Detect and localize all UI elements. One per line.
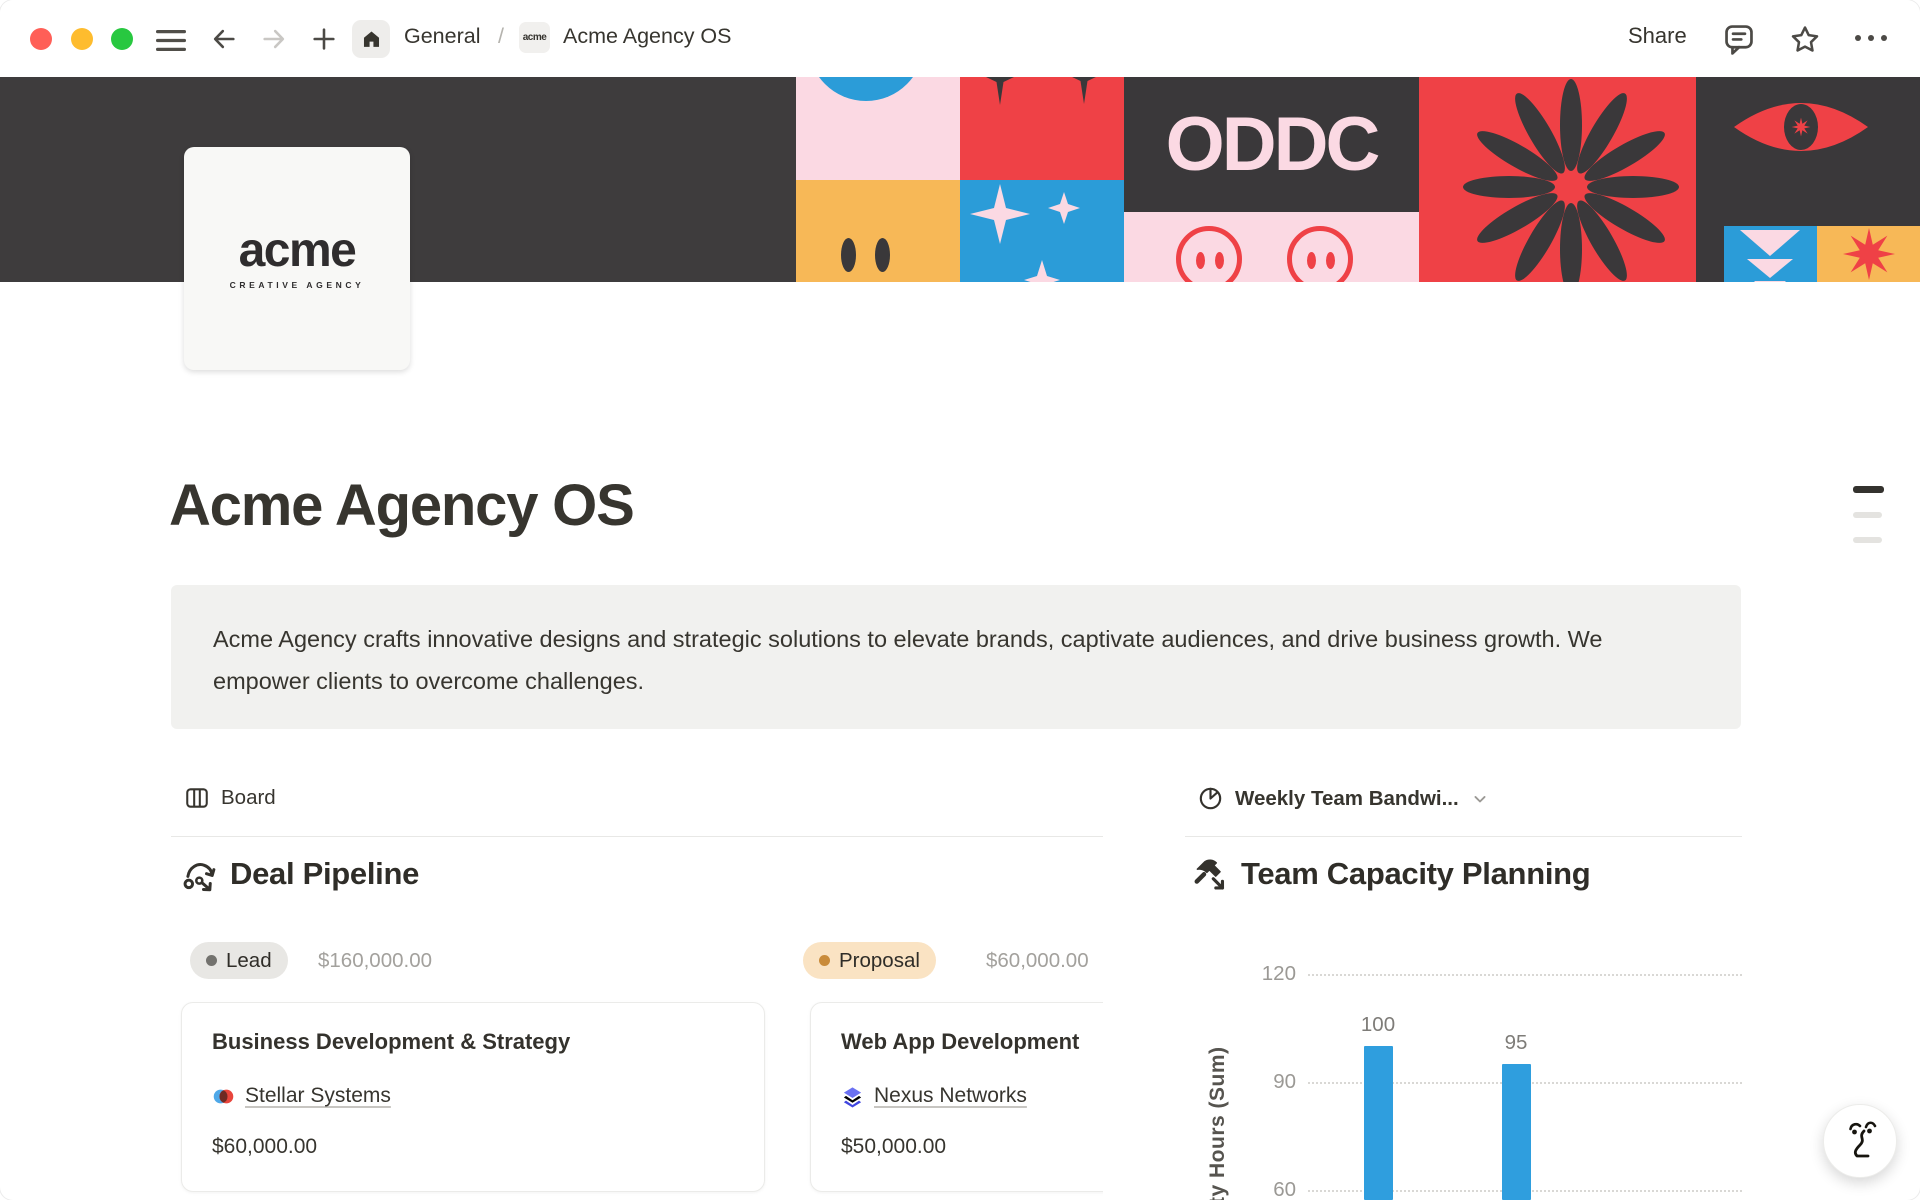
breadcrumb-root[interactable]: General	[404, 24, 481, 49]
cover-art-text: ODDC	[1166, 101, 1378, 188]
breadcrumb-page[interactable]: Acme Agency OS	[563, 24, 732, 49]
chart-y-tick: 120	[1185, 962, 1296, 986]
eye-shape	[841, 238, 856, 272]
chart-bar	[1364, 1046, 1393, 1200]
chart-bar-value: 100	[1343, 1013, 1413, 1037]
team-capacity-heading: Team Capacity Planning	[1192, 856, 1590, 892]
client-link[interactable]: Nexus Networks	[874, 1084, 1027, 1108]
toc-item[interactable]	[1853, 537, 1882, 543]
chevron-down-icon[interactable]	[1470, 789, 1490, 809]
ai-face-icon	[1840, 1117, 1880, 1165]
card-amount: $50,000.00	[841, 1135, 1103, 1159]
section-divider	[171, 836, 1103, 837]
page-title: Acme Agency OS	[169, 472, 634, 539]
description-callout: Acme Agency crafts innovative designs an…	[171, 585, 1741, 729]
deal-pipeline-title: Deal Pipeline	[230, 856, 419, 892]
chart-y-tick: 60	[1185, 1178, 1296, 1200]
chart-y-axis-label: ty Hours (Sum)	[1206, 1046, 1230, 1200]
breadcrumb-separator: /	[498, 24, 504, 49]
sidebar-menu-icon[interactable]	[156, 30, 186, 51]
pipeline-flow-icon	[181, 856, 217, 892]
cover-tile-smiley-eyes	[796, 180, 960, 282]
blue-circle-shape	[808, 77, 924, 101]
column-total: $160,000.00	[318, 949, 432, 973]
board-card[interactable]: Web App Development Nexus Networks $50,0…	[810, 1002, 1103, 1192]
card-amount: $60,000.00	[212, 1135, 734, 1159]
cover-tile-star	[1817, 226, 1920, 282]
status-pill-proposal[interactable]: Proposal	[803, 942, 936, 979]
workspace-logo-card: acme CREATIVE AGENCY	[184, 147, 410, 370]
logo-text: acme	[239, 227, 356, 275]
home-icon	[361, 29, 382, 50]
status-dot	[819, 955, 830, 966]
cover-tile-flower	[1419, 77, 1696, 282]
status-label: Lead	[226, 949, 272, 973]
page-icon[interactable]: acme	[519, 22, 550, 53]
cover-tile-circle	[796, 77, 960, 180]
description-text: Acme Agency crafts innovative designs an…	[213, 618, 1699, 702]
pie-chart-icon	[1197, 785, 1224, 812]
card-title: Web App Development	[841, 1029, 1103, 1055]
notion-window: General / acme Acme Agency OS Share	[0, 0, 1920, 1200]
more-options-icon[interactable]	[1852, 30, 1890, 46]
chart-bar	[1502, 1064, 1531, 1200]
back-arrow-icon[interactable]	[210, 25, 238, 53]
board-view-icon	[184, 785, 210, 811]
close-window-button[interactable]	[30, 28, 52, 50]
deal-board: Lead $160,000.00 Proposal $60,000.00 Bus…	[171, 930, 1103, 1200]
capacity-chart: 120 90 60 100 95	[1185, 950, 1742, 1200]
zoom-window-button[interactable]	[111, 28, 133, 50]
status-pill-lead[interactable]: Lead	[190, 942, 288, 979]
board-view-tab[interactable]: Board	[184, 785, 276, 811]
chart-view-dropdown[interactable]: Weekly Team Bandwi...	[1197, 785, 1490, 812]
deal-pipeline-heading: Deal Pipeline	[181, 856, 419, 892]
comments-icon[interactable]	[1722, 22, 1756, 56]
column-total: $60,000.00	[986, 949, 1089, 973]
chart-y-tick: 90	[1185, 1070, 1296, 1094]
eye-shape	[875, 238, 890, 272]
board-view-label: Board	[221, 786, 276, 810]
minimize-window-button[interactable]	[71, 28, 93, 50]
smiley-outline	[1287, 226, 1353, 282]
cover-tile-eye	[1696, 77, 1920, 282]
nexus-networks-icon	[841, 1085, 864, 1108]
notion-ai-button[interactable]	[1823, 1104, 1897, 1178]
team-capacity-title: Team Capacity Planning	[1241, 856, 1590, 892]
new-tab-plus-icon[interactable]	[310, 25, 338, 53]
card-title: Business Development & Strategy	[212, 1029, 734, 1055]
status-label: Proposal	[839, 949, 920, 973]
cover-tile-oddc: ODDC	[1124, 77, 1419, 212]
favorite-star-icon[interactable]	[1789, 23, 1821, 55]
cover-tile-smileys	[1124, 212, 1419, 282]
hammer-icon	[1192, 856, 1228, 892]
chart-view-label: Weekly Team Bandwi...	[1235, 787, 1459, 811]
chart-gridline	[1308, 974, 1742, 976]
forward-arrow-icon[interactable]	[260, 25, 288, 53]
section-divider	[1185, 836, 1742, 837]
logo-tagline: CREATIVE AGENCY	[230, 280, 365, 290]
cover-tile-triangles	[1724, 226, 1817, 282]
cover-tile-dark-sparkles	[960, 77, 1124, 180]
smiley-outline	[1176, 226, 1242, 282]
stellar-systems-icon	[212, 1085, 235, 1108]
status-dot	[206, 955, 217, 966]
chart-bar-value: 95	[1481, 1031, 1551, 1055]
titlebar: General / acme Acme Agency OS Share	[0, 0, 1920, 77]
cover-tile-pink-sparkles	[960, 180, 1124, 282]
toc-item-active[interactable]	[1853, 486, 1884, 493]
home-button[interactable]	[352, 20, 390, 58]
share-button[interactable]: Share	[1628, 23, 1687, 49]
toc-item[interactable]	[1853, 512, 1882, 518]
board-card[interactable]: Business Development & Strategy Stellar …	[181, 1002, 765, 1192]
client-link[interactable]: Stellar Systems	[245, 1084, 391, 1108]
